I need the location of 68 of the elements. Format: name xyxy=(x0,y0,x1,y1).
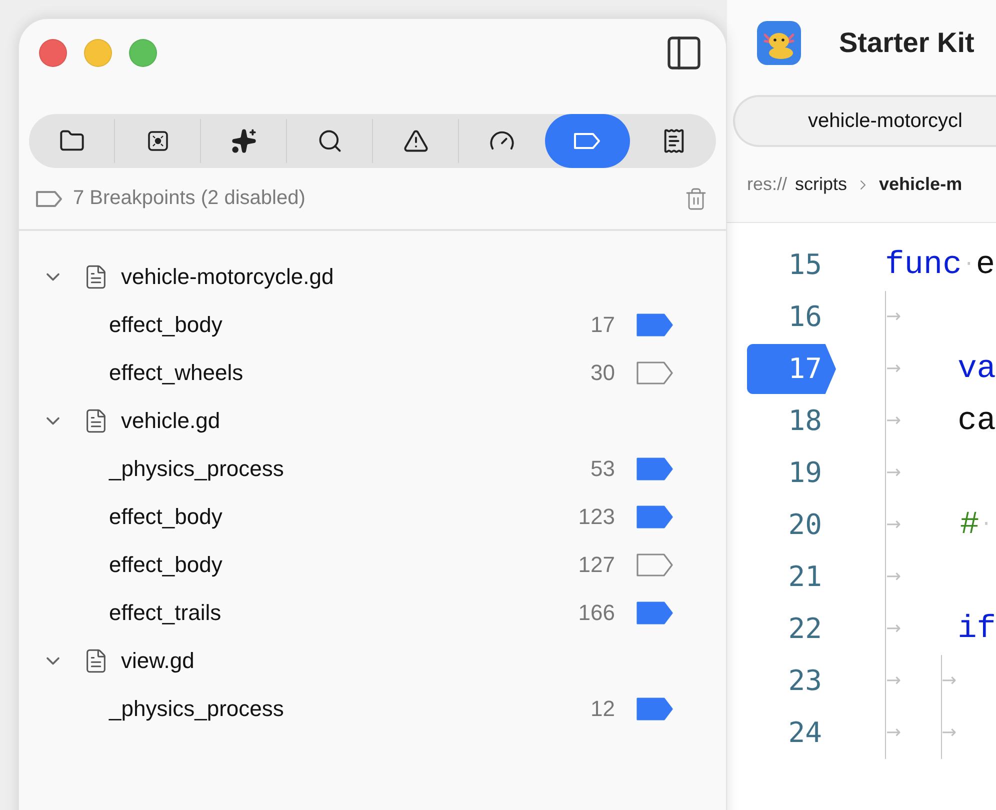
file-row[interactable]: vehicle-motorcycle.gd xyxy=(19,253,726,301)
line-number[interactable]: 24 xyxy=(747,708,836,758)
close-button[interactable] xyxy=(39,39,67,67)
function-name: effect_body xyxy=(109,504,224,530)
file-row[interactable]: vehicle.gd xyxy=(19,397,726,445)
line-number[interactable]: 23 xyxy=(747,656,836,706)
breakpoint-toggle[interactable] xyxy=(636,457,674,481)
breadcrumb-item[interactable]: scripts xyxy=(795,174,848,195)
code-text: # xyxy=(960,505,980,545)
breakpoint-toggle[interactable] xyxy=(636,361,674,385)
line-number: 17 xyxy=(590,312,615,338)
line-number: 30 xyxy=(590,360,615,386)
breakpoint-toggle[interactable] xyxy=(636,601,674,625)
breakpoint-toggle[interactable] xyxy=(636,553,674,577)
function-name: effect_body xyxy=(109,552,224,578)
file-name: vehicle-motorcycle.gd xyxy=(121,264,334,290)
breakpoint-toggle[interactable] xyxy=(636,697,674,721)
line-number: 12 xyxy=(590,696,615,722)
zoom-button[interactable] xyxy=(129,39,157,67)
line-number[interactable]: 22 xyxy=(747,604,836,654)
function-name: _physics_process xyxy=(109,456,285,482)
line-number[interactable]: 20 xyxy=(747,500,836,550)
breadcrumb-item[interactable]: vehicle-m xyxy=(879,174,962,195)
project-title: Starter Kit xyxy=(839,27,974,59)
tag-icon xyxy=(572,131,602,151)
tag-icon xyxy=(35,188,65,208)
space-marker: · xyxy=(962,252,975,278)
breakpoint-row[interactable]: _physics_process 53 xyxy=(19,445,726,493)
breakpoint-row[interactable]: effect_body 127 xyxy=(19,541,726,589)
delete-icon[interactable] xyxy=(684,186,708,210)
target-square-icon xyxy=(146,129,170,153)
space-marker: · xyxy=(980,512,992,538)
function-name: effect_trails xyxy=(109,600,222,626)
function-name: effect_body xyxy=(109,312,224,338)
breadcrumb-item[interactable]: res:// xyxy=(747,174,788,195)
line-number[interactable]: 19 xyxy=(747,448,836,498)
code-text: va xyxy=(958,349,996,389)
sparkles-icon xyxy=(230,128,256,154)
code-text: if xyxy=(958,609,996,649)
search-icon xyxy=(316,128,342,154)
file-row[interactable]: view.gd xyxy=(19,637,726,685)
line-number[interactable]: 15 xyxy=(747,240,836,290)
line-number: 53 xyxy=(590,456,615,482)
code-text: func xyxy=(885,245,962,285)
file-name: view.gd xyxy=(121,648,194,674)
line-number: 127 xyxy=(577,552,615,578)
line-number[interactable]: 16 xyxy=(747,292,836,342)
file-name: vehicle.gd xyxy=(121,408,220,434)
function-name: _physics_process xyxy=(109,696,285,722)
code-text: ca xyxy=(958,401,996,441)
breakpoint-toggle[interactable] xyxy=(636,313,674,337)
breakpoint-row[interactable]: effect_trails 166 xyxy=(19,589,726,637)
line-number[interactable]: 18 xyxy=(747,396,836,446)
warning-icon xyxy=(402,128,428,154)
breakpoint-toggle[interactable] xyxy=(636,505,674,529)
breakpoint-summary: 7 Breakpoints (2 disabled) xyxy=(73,187,306,210)
line-number[interactable]: 21 xyxy=(747,552,836,602)
line-number: 166 xyxy=(577,600,615,626)
breakpoint-row[interactable]: _physics_process 12 xyxy=(19,685,726,733)
breakpoint-row[interactable]: effect_wheels 30 xyxy=(19,349,726,397)
file-tab[interactable]: vehicle-motorcycl xyxy=(733,95,996,147)
breakpoint-marker[interactable]: 17 xyxy=(747,344,836,394)
app-icon xyxy=(757,21,801,65)
line-number: 123 xyxy=(577,504,615,530)
breakpoint-row[interactable]: effect_body 17 xyxy=(19,301,726,349)
code-text: e xyxy=(976,245,996,285)
function-name: effect_wheels xyxy=(109,360,244,386)
breakpoint-row[interactable]: effect_body 123 xyxy=(19,493,726,541)
